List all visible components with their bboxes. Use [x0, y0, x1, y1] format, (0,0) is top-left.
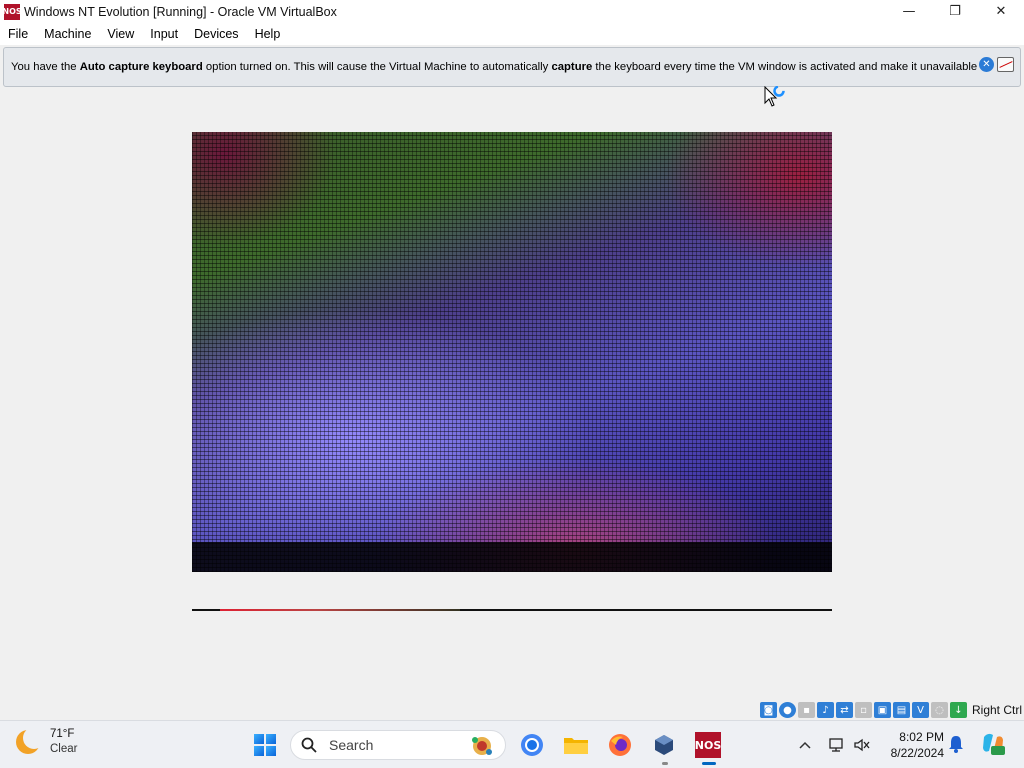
floppy-icon[interactable]: ▪: [797, 702, 815, 718]
audio-icon[interactable]: ♪: [816, 702, 834, 718]
volume-tray-icon[interactable]: [853, 721, 871, 768]
search-highlight-icon: [472, 737, 492, 755]
mouse-integration-icon[interactable]: ↓: [949, 702, 967, 718]
notice-actions: ✕: [979, 57, 1014, 72]
firefox-icon: [609, 734, 631, 756]
clock-date: 8/22/2024: [890, 746, 944, 760]
virtualbox-taskbar-icon[interactable]: [648, 729, 680, 761]
network-tray-icon[interactable]: [828, 721, 846, 768]
speaker-muted-icon: [854, 738, 870, 752]
close-button[interactable]: ✕: [978, 0, 1024, 23]
recording-icon[interactable]: V: [911, 702, 929, 718]
chrome-taskbar-icon[interactable]: [516, 729, 548, 761]
menu-bar: File Machine View Input Devices Help: [0, 23, 1024, 45]
notice-dont-show-keyboard-icon[interactable]: [997, 57, 1014, 72]
clock-time: 8:02 PM: [899, 730, 944, 744]
copilot-icon: [983, 733, 1005, 755]
vm-display-artifact-accent: [220, 609, 460, 611]
title-bar[interactable]: NOS Windows NT Evolution [Running] - Ora…: [0, 0, 1024, 23]
copilot-button[interactable]: [980, 731, 1006, 762]
chrome-icon: [521, 734, 543, 756]
menu-file[interactable]: File: [0, 23, 36, 45]
menu-machine[interactable]: Machine: [36, 23, 99, 45]
hard-disk-icon[interactable]: ◙: [759, 702, 777, 718]
auto-capture-notice: You have the Auto capture keyboard optio…: [3, 47, 1021, 87]
show-hidden-icons-button[interactable]: [796, 721, 814, 768]
vm-taskbar-label: NOS: [695, 732, 721, 758]
vm-window-taskbar-icon[interactable]: NOS: [692, 729, 724, 761]
menu-help[interactable]: Help: [247, 23, 289, 45]
notice-close-icon[interactable]: ✕: [979, 57, 994, 72]
virtualbox-icon: [655, 735, 673, 755]
display-icon[interactable]: ▤: [892, 702, 910, 718]
window-controls: — ❐ ✕: [886, 0, 1024, 23]
notice-text-3: the keyboard every time the VM window is…: [592, 61, 990, 73]
moon-icon: [16, 727, 45, 754]
notice-text-2: option turned on. This will cause the Vi…: [202, 61, 552, 73]
notice-bold-2: capture: [551, 61, 593, 73]
chevron-up-icon: [799, 741, 811, 749]
window-title: Windows NT Evolution [Running] - Oracle …: [24, 4, 337, 19]
usb-icon[interactable]: ▫: [854, 702, 872, 718]
shared-folders-icon[interactable]: ▣: [873, 702, 891, 718]
cpu-icon[interactable]: ◌: [930, 702, 948, 718]
vm-status-bar: ◙ ● ▪ ♪ ⇄ ▫ ▣ ▤ V ◌ ↓ Right Ctrl: [759, 701, 1022, 719]
vm-display[interactable]: [192, 132, 832, 572]
start-button[interactable]: [249, 729, 281, 761]
busy-cursor-icon: [764, 86, 785, 107]
active-window-indicator: [702, 762, 716, 765]
vm-app-icon: NOS: [2, 3, 22, 20]
firefox-taskbar-icon[interactable]: [604, 729, 636, 761]
menu-view[interactable]: View: [99, 23, 142, 45]
taskbar-search[interactable]: Search: [290, 730, 506, 760]
host-key-label[interactable]: Right Ctrl: [972, 703, 1022, 717]
windows-logo-icon: [254, 734, 276, 756]
optical-drive-icon[interactable]: ●: [778, 702, 796, 718]
monitor-network-icon: [829, 738, 843, 752]
weather-widget[interactable]: 71°F Clear: [16, 727, 77, 757]
notifications-button[interactable]: [948, 735, 964, 758]
virtualbox-running-indicator: [662, 762, 668, 765]
taskbar: 71°F Clear Search NOS 8:02 PM 8/22/2024: [0, 720, 1024, 768]
network-icon[interactable]: ⇄: [835, 702, 853, 718]
weather-temperature: 71°F: [50, 728, 75, 740]
clock[interactable]: 8:02 PM 8/22/2024: [880, 729, 944, 761]
notice-text-1: You have the: [11, 61, 80, 73]
notice-bold-1: Auto capture keyboard: [79, 61, 203, 73]
weather-condition: Clear: [50, 743, 78, 755]
file-explorer-taskbar-icon[interactable]: [560, 729, 592, 761]
maximize-button[interactable]: ❐: [932, 0, 978, 23]
menu-devices[interactable]: Devices: [186, 23, 246, 45]
minimize-button[interactable]: —: [886, 0, 932, 23]
folder-icon: [564, 738, 588, 754]
bell-icon: [949, 736, 963, 753]
search-icon: [301, 737, 317, 753]
search-label: Search: [329, 737, 374, 753]
menu-input[interactable]: Input: [142, 23, 186, 45]
